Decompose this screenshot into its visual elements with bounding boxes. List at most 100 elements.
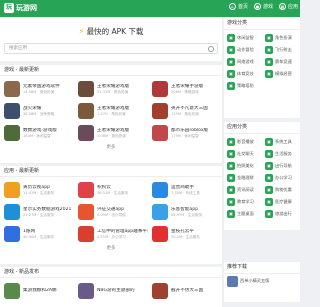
app-name[interactable]: 元素帝国游戏软件 bbox=[23, 84, 60, 90]
app-card[interactable]: 王者荣耀游戏版 91.31M · 角色扮演 bbox=[74, 78, 148, 100]
category-item[interactable]: ▣ 社交聊天 bbox=[224, 148, 262, 160]
app-card[interactable]: 运营商助手 7.30M · 系统工具 bbox=[148, 179, 222, 201]
app-thumbnail[interactable] bbox=[4, 103, 20, 119]
recommend-item[interactable]: 西单小精灵五版 bbox=[224, 274, 300, 288]
app-thumbnail[interactable] bbox=[4, 81, 20, 97]
sidebar-title: 应用分类 bbox=[224, 122, 300, 134]
app-card[interactable]: 王者荣耀游戏版 5.08M · 角色扮演 bbox=[74, 122, 148, 144]
search-icon[interactable] bbox=[208, 45, 214, 52]
app-thumbnail[interactable] bbox=[4, 226, 20, 242]
category-item[interactable]: ▣ 影音播放 bbox=[224, 136, 262, 148]
app-name[interactable]: 都市乐园roblox版 bbox=[171, 128, 208, 134]
app-card[interactable]: 集游我娜和2A娜 bbox=[0, 280, 74, 302]
app-thumbnail[interactable] bbox=[78, 226, 94, 242]
app-thumbnail[interactable] bbox=[152, 103, 168, 119]
app-thumbnail[interactable] bbox=[78, 81, 94, 97]
app-name[interactable]: 兴征交通app bbox=[97, 207, 126, 213]
category-item[interactable]: ▣ 系统工具 bbox=[262, 136, 300, 148]
app-info: 金枝孔云平 50.1M · 生活服务 bbox=[171, 229, 200, 240]
search-placeholder: 搜索应用 bbox=[9, 46, 27, 51]
app-name[interactable]: 英开不凡意大三国 bbox=[171, 106, 208, 112]
nav-link-games[interactable]: ● 游戏 bbox=[253, 3, 273, 10]
site-logo[interactable]: 玩 玩游网 bbox=[4, 3, 37, 13]
app-name[interactable]: 黄历云视app bbox=[23, 185, 54, 191]
app-thumbnail[interactable] bbox=[78, 182, 94, 198]
app-thumbnail[interactable] bbox=[152, 125, 168, 141]
category-item[interactable]: ▣ 拍照美化 bbox=[224, 160, 262, 172]
category-item[interactable]: ▣ 策略塔防 bbox=[224, 80, 262, 92]
category-item[interactable]: ▣ 主题桌面 bbox=[224, 208, 262, 220]
more-link[interactable]: 更多 bbox=[0, 144, 222, 152]
app-info: 运营商助手 7.30M · 系统工具 bbox=[171, 185, 200, 196]
app-name[interactable]: 王者荣耀游戏版 bbox=[97, 128, 129, 134]
app-meta: 179M · 休闲益智 bbox=[171, 133, 199, 138]
app-thumbnail[interactable] bbox=[152, 81, 168, 97]
app-thumbnail[interactable] bbox=[78, 125, 94, 141]
category-item[interactable]: ▣ 飞行射击 bbox=[262, 44, 300, 56]
category-item[interactable]: ▣ 网络游戏 bbox=[224, 56, 262, 68]
category-item[interactable]: ▣ 旅游出行 bbox=[262, 208, 300, 220]
app-thumbnail[interactable] bbox=[4, 125, 20, 141]
more-link[interactable]: 更多 bbox=[0, 245, 222, 253]
category-item[interactable]: ▣ 资讯阅读 bbox=[224, 184, 262, 196]
app-thumbnail[interactable] bbox=[152, 182, 168, 198]
category-item[interactable]: ▣ 金融理财 bbox=[224, 172, 262, 184]
app-name[interactable]: NBG游的主题部的 bbox=[97, 288, 135, 294]
app-thumbnail[interactable] bbox=[152, 283, 168, 299]
app-card[interactable]: 金枝孔云平 50.1M · 生活服务 bbox=[148, 223, 222, 245]
app-card[interactable]: 元素帝国游戏软件 14.56M · 角色扮演 bbox=[0, 78, 74, 100]
app-card[interactable]: 王者荣耀手游版 208M · 策略游戏 bbox=[148, 78, 222, 100]
category-item[interactable]: ▣ 医疗健康 bbox=[262, 196, 300, 208]
app-card[interactable]: 兴征交通app 4.05M · 出行导航 bbox=[74, 201, 148, 223]
nav-link-home[interactable]: ⌂ 首页 bbox=[228, 3, 248, 10]
app-info: 元素帝国游戏软件 14.56M · 角色扮演 bbox=[23, 84, 60, 95]
category-item[interactable]: ▣ 教育学习 bbox=[224, 196, 262, 208]
category-item[interactable]: ▣ 休闲益智 bbox=[224, 32, 262, 44]
app-card[interactable]: 工信中的管理app趣事平台 4.51M · 办公学习 bbox=[74, 223, 148, 245]
app-name[interactable]: 星示实务数据游戏2021 bbox=[23, 207, 71, 213]
category-item[interactable]: ▣ 生活服务 bbox=[262, 148, 300, 160]
category-item[interactable]: ▣ 办公学习 bbox=[262, 172, 300, 184]
app-name[interactable]: 王者荣耀游戏版 bbox=[97, 84, 129, 90]
category-item[interactable]: ▣ 体育竞技 bbox=[224, 68, 262, 80]
app-thumbnail[interactable] bbox=[4, 182, 20, 198]
app-card[interactable]: 英开不凡意大三国 135M · 角色扮演 bbox=[148, 100, 222, 122]
category-item[interactable]: ▣ 动作冒险 bbox=[224, 44, 262, 56]
category-item[interactable]: ▣ 赛车竞速 bbox=[262, 56, 300, 68]
category-item[interactable]: ▣ 角色扮演 bbox=[262, 32, 300, 44]
app-name[interactable]: 工信中的管理app趣事平台 bbox=[97, 229, 148, 235]
app-name[interactable]: 截开不仿大三国 bbox=[171, 288, 203, 294]
app-card[interactable]: 数数游戏-游戏版 184M · 休闲益智 bbox=[0, 122, 74, 144]
app-thumbnail[interactable] bbox=[4, 283, 20, 299]
app-card[interactable]: 王者荣耀游戏版 1.47G · 角色扮演 bbox=[74, 100, 148, 122]
app-card[interactable]: 黄历云视app 11.47M · 生活服务 bbox=[0, 179, 74, 201]
app-thumbnail[interactable] bbox=[78, 283, 94, 299]
app-name[interactable]: 数数游戏-游戏版 bbox=[23, 128, 57, 134]
category-item[interactable]: ▣ 模拟经营 bbox=[262, 68, 300, 80]
app-thumbnail[interactable] bbox=[78, 103, 94, 119]
app-name[interactable]: 王者荣耀游戏版 bbox=[97, 106, 129, 112]
app-thumbnail[interactable] bbox=[152, 204, 168, 220]
app-name[interactable]: 王者荣耀手游版 bbox=[171, 84, 203, 90]
app-card[interactable]: 积积云 36.51M · 生活服务 bbox=[74, 179, 148, 201]
app-thumbnail[interactable] bbox=[4, 204, 20, 220]
category-icon: ▣ bbox=[227, 82, 235, 90]
logo-text: 玩游网 bbox=[16, 4, 37, 12]
app-card[interactable]: 都市乐园roblox版 179M · 休闲益智 bbox=[148, 122, 222, 144]
app-card[interactable]: 截开不仿大三国 bbox=[148, 280, 222, 302]
category-item[interactable]: ▣ 购物优惠 bbox=[262, 184, 300, 196]
category-icon: ▣ bbox=[265, 150, 273, 158]
app-thumbnail[interactable] bbox=[152, 226, 168, 242]
category-icon: ▣ bbox=[265, 198, 273, 206]
app-card[interactable]: 战火荣耀 36.58M · 战争策略 bbox=[0, 100, 74, 122]
app-thumbnail[interactable] bbox=[78, 204, 94, 220]
app-card[interactable]: NBG游的主题部的 bbox=[74, 280, 148, 302]
search-input[interactable]: 搜索应用 bbox=[4, 43, 218, 54]
app-card[interactable]: 1账网 40.90M · 生活服务 bbox=[0, 223, 74, 245]
app-name[interactable]: 集游我娜和2A娜 bbox=[23, 288, 57, 294]
app-card[interactable]: 星示实务数据游戏2021 21.27M · 生活服务 bbox=[0, 201, 74, 223]
app-name[interactable]: 乐客智能app bbox=[171, 207, 202, 213]
category-item[interactable]: ▣ 出行导航 bbox=[262, 160, 300, 172]
nav-link-apps[interactable]: ▦ 应用 bbox=[278, 3, 298, 10]
app-card[interactable]: 乐客智能app 58.97M · 生活服务 bbox=[148, 201, 222, 223]
